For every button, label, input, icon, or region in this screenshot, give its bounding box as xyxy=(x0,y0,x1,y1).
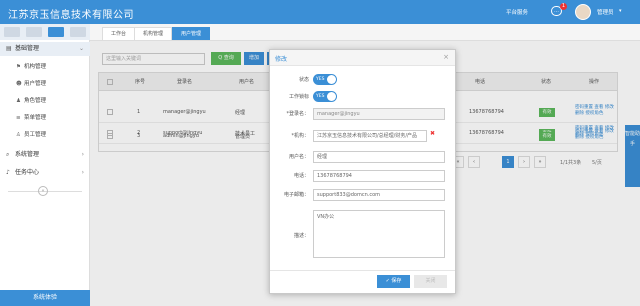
notification-badge: 1 xyxy=(560,3,567,10)
org-field[interactable]: 江苏京玉信息技术有限公司/总经理/财务/产品 xyxy=(313,130,427,142)
dialog-title: 修改 xyxy=(275,56,288,63)
name-field[interactable]: 经理 xyxy=(313,151,445,163)
menu-icon: ≡ xyxy=(16,115,21,121)
phone-field[interactable]: 13678768794 xyxy=(313,170,445,182)
label-email: 电子邮箱： xyxy=(283,192,309,198)
login-field[interactable]: manager@jingyu xyxy=(313,108,445,120)
sidebar-item-users[interactable]: ☻ 用户管理 xyxy=(0,77,90,91)
username[interactable]: 管理员 xyxy=(597,8,614,16)
save-button[interactable]: ✓ 保存 xyxy=(377,275,410,288)
toggle-knob xyxy=(327,92,336,101)
remark-textarea[interactable]: VN办公 xyxy=(313,210,445,258)
chevron-right-icon: › xyxy=(81,169,84,176)
label-remark: 描述： xyxy=(293,233,309,239)
label-login: *登录名： xyxy=(286,111,309,117)
dialog-footer: ✓ 保存 关闭 xyxy=(270,270,455,294)
avatar[interactable] xyxy=(575,4,591,20)
cancel-button[interactable]: 关闭 xyxy=(414,275,447,288)
role-icon: ♟ xyxy=(16,98,21,104)
toggle-text: YES xyxy=(316,94,325,99)
label-phone: 电话： xyxy=(293,173,309,179)
search-icon: ⌕ xyxy=(6,151,10,158)
sidebar-item-menus[interactable]: ≡ 菜单管理 xyxy=(0,111,90,125)
users-icon: ☻ xyxy=(16,81,22,87)
grid-icon[interactable] xyxy=(48,27,64,37)
sidebar-item-org[interactable]: ⚑ 机构管理 xyxy=(0,60,90,74)
sidebar-icon-bar xyxy=(0,24,90,40)
sidebar: ▤ 基础管理 ⌄ ⚑ 机构管理 ☻ 用户管理 ♟ 角色管理 ≡ 菜单管理 ♙ 员工管理 ⌕ 系统… xyxy=(0,24,90,306)
stack-icon: ▤ xyxy=(6,45,12,52)
close-icon[interactable]: × xyxy=(443,53,449,61)
top-bar: 江苏京玉信息技术有限公司 平台服务 … 1 管理员 ▾ xyxy=(0,0,640,24)
email-field[interactable]: support833@domcn.com xyxy=(313,189,445,201)
collapse-icon[interactable]: « xyxy=(38,186,48,196)
experience-button[interactable]: 系统体验 xyxy=(0,290,90,306)
sidebar-item-roles[interactable]: ♟ 角色管理 xyxy=(0,94,90,108)
dialog-header: 修改 × xyxy=(270,50,455,66)
status-toggle[interactable]: YES xyxy=(313,74,337,85)
sidebar-section-tasks[interactable]: ♪ 任务中心 › xyxy=(0,166,90,180)
sidebar-item-staff[interactable]: ♙ 员工管理 xyxy=(0,128,90,142)
label-status: 状态 xyxy=(298,77,309,83)
work-toggle[interactable]: YES xyxy=(313,91,337,102)
edit-dialog: 修改 × 状态 YES 工作锁标 YES *登录名： manager@jingy… xyxy=(269,49,456,294)
chevron-right-icon: › xyxy=(81,151,84,158)
tab-bar: 工作台 机构管理 用户管理 xyxy=(90,24,640,41)
app-title: 江苏京玉信息技术有限公司 xyxy=(8,10,134,21)
chevron-down-icon: ⌄ xyxy=(78,45,84,52)
toggle-knob xyxy=(327,75,336,84)
toggle-text: YES xyxy=(316,77,325,82)
org-icon: ⚑ xyxy=(16,64,21,70)
chevron-down-icon[interactable]: ▾ xyxy=(619,8,622,14)
label-name: 用户名： xyxy=(288,154,309,160)
person-icon: ♙ xyxy=(16,132,21,138)
mail-icon[interactable] xyxy=(26,27,42,37)
clear-icon[interactable]: ✖ xyxy=(430,130,435,137)
sidebar-section-basic[interactable]: ▤ 基础管理 ⌄ xyxy=(0,42,90,56)
tab-org[interactable]: 机构管理 xyxy=(134,27,173,40)
user-icon[interactable] xyxy=(70,27,86,37)
bell-icon: ♪ xyxy=(6,169,10,176)
label-work: 工作锁标 xyxy=(288,94,309,100)
label-org: *机构： xyxy=(291,133,309,139)
home-icon[interactable] xyxy=(4,27,20,37)
sidebar-section-system[interactable]: ⌕ 系统管理 › xyxy=(0,148,90,162)
tab-workbench[interactable]: 工作台 xyxy=(102,27,136,40)
tab-users[interactable]: 用户管理 xyxy=(172,27,211,40)
platform-service-link[interactable]: 平台服务 xyxy=(506,8,528,16)
